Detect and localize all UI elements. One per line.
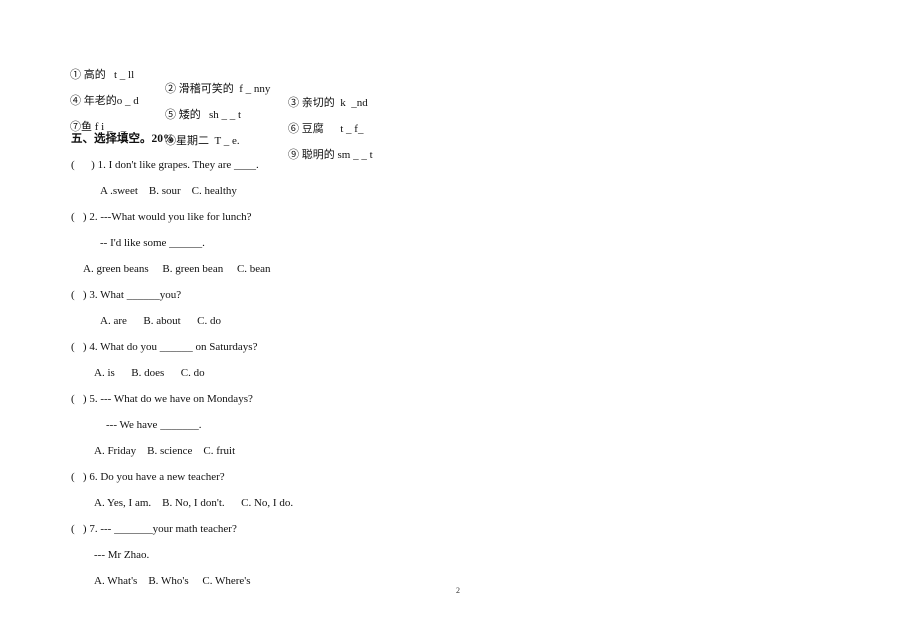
vocab-number: ⑥ xyxy=(288,123,299,135)
question-2-stem: ( ) 2. ---What would you like for lunch? xyxy=(71,211,252,223)
vocab-chinese: 亲切的 xyxy=(301,97,335,109)
question-5-stem: ( ) 5. --- What do we have on Mondays? xyxy=(71,393,253,405)
question-5-answer-line: --- We have _______. xyxy=(106,419,202,431)
vocab-item-4: ④ 年老的o _ d xyxy=(70,94,139,108)
question-7-answer-line: --- Mr Zhao. xyxy=(94,549,150,561)
vocab-blank-word: t _ ll xyxy=(114,69,135,81)
vocab-item-1: ① 高的 t _ ll xyxy=(70,68,134,82)
question-4-stem: ( ) 4. What do you ______ on Saturdays? xyxy=(71,341,258,353)
question-6-options: A. Yes, I am. B. No, I don't. C. No, I d… xyxy=(94,497,294,509)
vocab-chinese: 高的 xyxy=(83,69,106,81)
vocab-blank-word: o _ d xyxy=(116,95,139,107)
vocab-blank-word: t _ f_ xyxy=(340,123,364,135)
question-3-options: A. are B. about C. do xyxy=(100,315,221,327)
vocab-chinese: 豆腐 xyxy=(301,123,324,135)
question-6-stem: ( ) 6. Do you have a new teacher? xyxy=(71,471,225,483)
vocab-item-3: ③ 亲切的 k _nd xyxy=(288,96,368,110)
vocab-number: ③ xyxy=(288,97,299,109)
vocab-chinese: 滑稽可笑的 xyxy=(178,83,234,95)
vocab-chinese: 矮的 xyxy=(178,109,201,121)
vocab-blank-word: k _nd xyxy=(340,97,368,109)
vocab-item-2: ② 滑稽可笑的 f _ nny xyxy=(165,82,270,96)
vocab-chinese: 聪明的 xyxy=(301,149,335,161)
vocab-blank-word: sm _ _ t xyxy=(337,149,373,161)
vocab-item-9: ⑨ 聪明的 sm _ _ t xyxy=(288,148,373,162)
section-title: 五、选择填空。20% xyxy=(71,133,175,145)
question-5-options: A. Friday B. science C. fruit xyxy=(94,445,236,457)
question-3-stem: ( ) 3. What ______you? xyxy=(71,289,182,301)
question-4-options: A. is B. does C. do xyxy=(94,367,205,379)
vocab-blank-word: T _ e. xyxy=(214,135,240,147)
vocab-item-8: ⑧星期二 T _ e. xyxy=(165,134,240,148)
vocab-item-6: ⑥ 豆腐 t _ f_ xyxy=(288,122,363,136)
question-2-answer-line: -- I'd like some ______. xyxy=(100,237,205,249)
vocab-item-5: ⑤ 矮的 sh _ _ t xyxy=(165,108,241,122)
vocab-chinese: 星期二 xyxy=(176,135,209,147)
vocab-chinese: 年老的 xyxy=(83,95,117,107)
question-2-options: A. green beans B. green bean C. bean xyxy=(83,263,271,275)
vocab-blank-word: sh _ _ t xyxy=(209,109,242,121)
question-1-stem: ( ) 1. I don't like grapes. They are ___… xyxy=(71,159,259,171)
vocab-blank-word: f _ nny xyxy=(239,83,271,95)
question-7-options: A. What's B. Who's C. Where's xyxy=(94,575,251,587)
vocab-number: ⑤ xyxy=(165,109,176,121)
vocab-number: ② xyxy=(165,83,176,95)
vocab-number: ⑨ xyxy=(288,149,299,161)
question-7-stem: ( ) 7. --- _______your math teacher? xyxy=(71,523,237,535)
question-1-options: A .sweet B. sour C. healthy xyxy=(100,185,237,197)
page-number: 2 xyxy=(456,586,460,595)
